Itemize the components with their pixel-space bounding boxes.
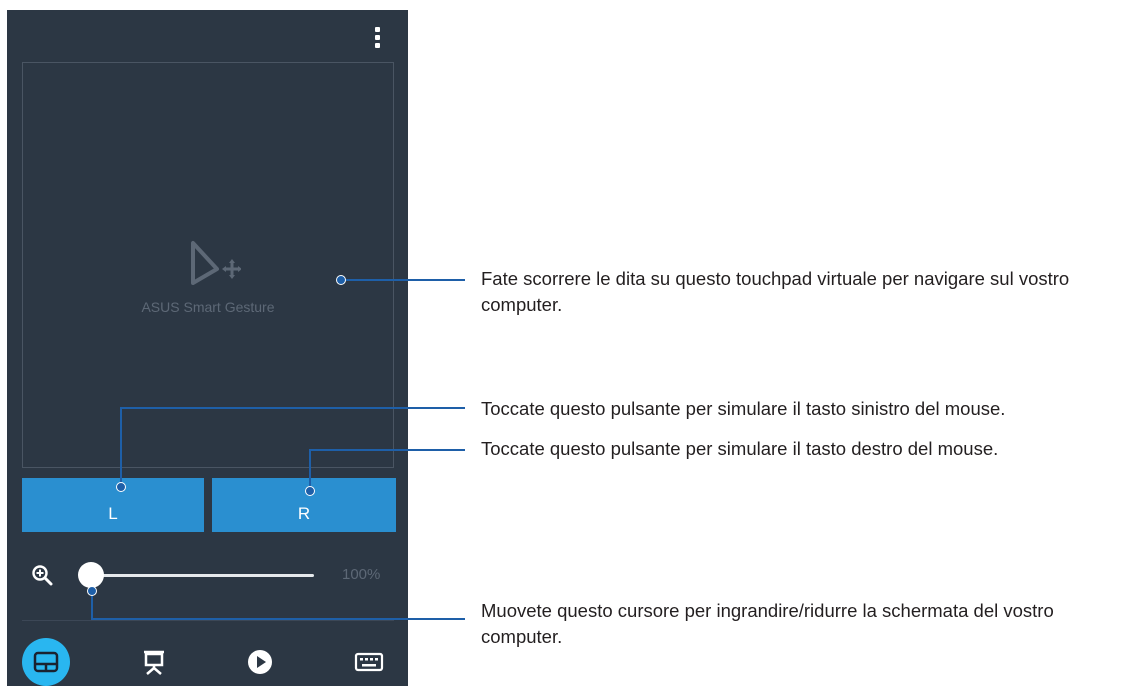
touchpad-label: ASUS Smart Gesture — [141, 299, 275, 315]
callout-line-touchpad — [341, 279, 465, 281]
nav-presentation[interactable] — [130, 638, 178, 686]
callout-dot-slider — [87, 586, 97, 596]
app-screen: ASUS Smart Gesture L R 100% — [7, 10, 408, 686]
callout-slider-text: Muovete questo cursore per ingrandire/ri… — [481, 600, 1054, 647]
callout-line-slider — [91, 618, 465, 620]
zoom-slider-track[interactable] — [91, 574, 314, 577]
callout-touchpad-text: Fate scorrere le dita su questo touchpad… — [481, 268, 1070, 315]
callout-line-left-button-vertical — [120, 407, 122, 486]
zoom-slider-thumb[interactable] — [78, 562, 104, 588]
zoom-in-icon — [32, 565, 53, 586]
right-click-button[interactable]: R — [212, 478, 396, 532]
keyboard-icon — [354, 652, 384, 672]
touchpad-icon — [33, 651, 59, 673]
callout-dot-right-button — [305, 486, 315, 496]
nav-media[interactable] — [236, 638, 284, 686]
callout-left-button-text: Toccate questo pulsante per simulare il … — [481, 398, 1006, 419]
play-icon — [248, 650, 272, 674]
smart-gesture-logo-icon — [191, 241, 241, 285]
left-click-button[interactable]: L — [22, 478, 204, 532]
callout-dot-touchpad — [336, 275, 346, 285]
presentation-icon — [144, 650, 164, 675]
callout-line-right-button — [309, 449, 465, 451]
zoom-value: 100% — [342, 566, 381, 583]
divider — [22, 620, 394, 621]
nav-touchpad[interactable] — [22, 638, 70, 686]
more-vert-icon[interactable] — [369, 26, 385, 50]
nav-keyboard[interactable] — [345, 638, 393, 686]
callout-line-left-button — [120, 407, 465, 409]
callout-right-button-text: Toccate questo pulsante per simulare il … — [481, 438, 999, 459]
callout-line-right-button-vertical — [309, 449, 311, 491]
callout-dot-left-button — [116, 482, 126, 492]
